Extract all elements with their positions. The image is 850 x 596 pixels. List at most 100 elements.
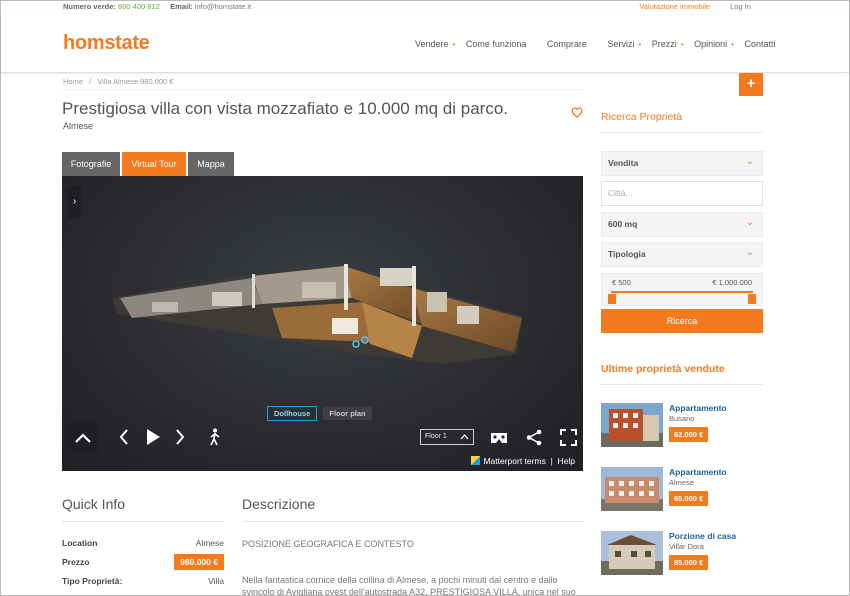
email-label: Email: [170, 2, 193, 11]
chevron-up-icon [460, 434, 469, 440]
type-select[interactable]: Tipologia ⌄ [601, 242, 763, 267]
previous-icon[interactable] [118, 428, 130, 446]
matterport-footer: Matterport terms | Help [62, 453, 583, 471]
nav-dropdown-icon: • [638, 40, 642, 49]
sold-card-price: 65.000 € [669, 491, 709, 506]
fullscreen-icon[interactable] [560, 429, 577, 446]
sold-card-title[interactable]: Porzione di casa [669, 531, 736, 541]
email-address[interactable]: info@homstate.it [195, 2, 251, 11]
view-mode-switch: Dollhouse Floor plan [267, 406, 376, 421]
favorite-heart-icon[interactable] [571, 107, 583, 121]
size-select-value: 600 mq [608, 219, 638, 229]
matterport-terms-link[interactable]: Matterport terms [483, 456, 545, 466]
divider [63, 89, 583, 90]
divider [601, 384, 763, 385]
top-links: Valutazione immobile Log In [639, 2, 751, 11]
help-link[interactable]: Help [558, 456, 575, 466]
share-icon[interactable] [526, 429, 542, 446]
floorplan-mode-button[interactable]: Floor plan [323, 407, 372, 420]
nav-item-opinioni[interactable]: Opinioni [694, 39, 727, 49]
valuation-link[interactable]: Valutazione immobile [639, 2, 710, 11]
nav-dropdown-icon: • [452, 40, 456, 49]
property-thumbnail[interactable] [601, 403, 663, 447]
sold-card-title[interactable]: Appartamento [669, 467, 727, 477]
divider [62, 521, 224, 522]
floor-selector[interactable]: Floor 1 [420, 429, 474, 445]
breadcrumb-home[interactable]: Home [63, 77, 83, 86]
tab-virtual-tour[interactable]: Virtual Tour [122, 152, 186, 176]
price-badge: 980.000 € [174, 554, 224, 570]
nav-item-come-funziona[interactable]: Come funziona [466, 39, 527, 49]
quick-info-value: Almese [195, 538, 224, 548]
sold-card-title[interactable]: Appartamento [669, 403, 727, 413]
play-icon[interactable] [145, 428, 161, 446]
nav-item-vendere[interactable]: Vendere [415, 39, 449, 49]
slider-handle-max[interactable] [748, 294, 756, 304]
contact-info: Numero verde: 800 400 812 Email: info@ho… [63, 2, 251, 11]
property-thumbnail[interactable] [601, 531, 663, 575]
nav-item-contatti[interactable]: Contatti [745, 39, 776, 49]
type-select-value: Tipologia [608, 249, 646, 259]
matterport-logo-icon [471, 456, 481, 465]
description-heading: POSIZIONE GEOGRAFICA E CONTESTO [242, 539, 414, 549]
contract-select-value: Vendita [608, 158, 639, 168]
next-icon[interactable] [174, 428, 186, 446]
breadcrumb-current: Villa Almese 980.000 € [97, 77, 174, 86]
virtual-tour-viewer[interactable]: › Dollhouse Floor plan Floor 1 Matterpor… [62, 176, 583, 471]
sold-card[interactable]: Appartamento Busano 62.000 € [601, 403, 763, 449]
side-panel-chevron-right-icon[interactable]: › [68, 186, 81, 218]
description-text: Nella fantastica cornice della collina d… [242, 575, 576, 596]
quick-info-key: Location [62, 538, 98, 548]
divider [242, 521, 584, 522]
sold-card-location: Villar Dora [669, 542, 704, 551]
floor-selector-value: Floor 1 [425, 433, 447, 440]
dollhouse-3d-model[interactable] [112, 246, 532, 376]
breadcrumb: Home / Villa Almese 980.000 € [63, 77, 173, 86]
site-header: homstate Vendere • Come funziona Comprare… [1, 15, 849, 73]
search-title: Ricerca Proprietà [601, 111, 683, 123]
page-title: Prestigiosa villa con vista mozzafiato e… [62, 99, 509, 118]
phone-number[interactable]: 800 400 812 [118, 2, 160, 11]
slider-handle-min[interactable] [608, 294, 616, 304]
price-range-slider[interactable]: € 500 € 1.000.000 [601, 273, 763, 306]
chevron-down-icon: ⌄ [745, 156, 754, 167]
phone-label: Numero verde: [63, 2, 116, 11]
sold-card-price: 85.000 € [669, 555, 709, 570]
logo[interactable]: homstate [63, 32, 150, 55]
size-select[interactable]: 600 mq ⌄ [601, 212, 763, 237]
main-nav: Vendere • Come funziona Comprare Servizi •… [415, 39, 780, 49]
tab-fotografie[interactable]: Fotografie [62, 152, 120, 176]
sold-title: Ultime proprietà vendute [601, 363, 725, 375]
tab-mappa[interactable]: Mappa [188, 152, 234, 176]
sold-card-location: Busano [669, 414, 695, 423]
city-input[interactable]: Città... [601, 181, 763, 206]
quick-info-key: Tipo Proprietà: [62, 576, 123, 586]
nav-item-servizi[interactable]: Servizi [607, 39, 634, 49]
login-link[interactable]: Log In [730, 2, 751, 11]
divider [601, 132, 763, 133]
vr-headset-icon[interactable] [490, 431, 508, 445]
quick-info-title: Quick Info [62, 496, 126, 512]
walk-mode-icon[interactable] [208, 428, 222, 446]
add-button[interactable]: + [739, 73, 763, 96]
chevron-up-icon [75, 433, 91, 443]
sold-card[interactable]: Porzione di casa Villar Dora 85.000 € [601, 531, 763, 577]
chevron-down-icon: ⌄ [745, 247, 754, 258]
search-button[interactable]: Ricerca [601, 309, 763, 333]
sold-card-price: 62.000 € [669, 427, 709, 442]
dollhouse-mode-button[interactable]: Dollhouse [267, 406, 318, 421]
nav-item-prezzi[interactable]: Prezzi [652, 39, 677, 49]
price-min: € 500 [612, 278, 631, 287]
nav-dropdown-icon: • [680, 40, 684, 49]
nav-dropdown-icon: • [731, 40, 734, 49]
nav-item-comprare[interactable]: Comprare [547, 39, 587, 49]
city-input-placeholder: Città... [608, 188, 633, 198]
collapse-panel-button[interactable] [68, 423, 98, 453]
quick-info-key: Prezzo [62, 557, 90, 567]
listing-location: Almese [63, 121, 94, 131]
chevron-down-icon: ⌄ [745, 217, 754, 228]
sold-card[interactable]: Appartamento Almese 65.000 € [601, 467, 763, 513]
sold-card-location: Almese [669, 478, 695, 487]
property-thumbnail[interactable] [601, 467, 663, 511]
contract-select[interactable]: Vendita ⌄ [601, 151, 763, 176]
